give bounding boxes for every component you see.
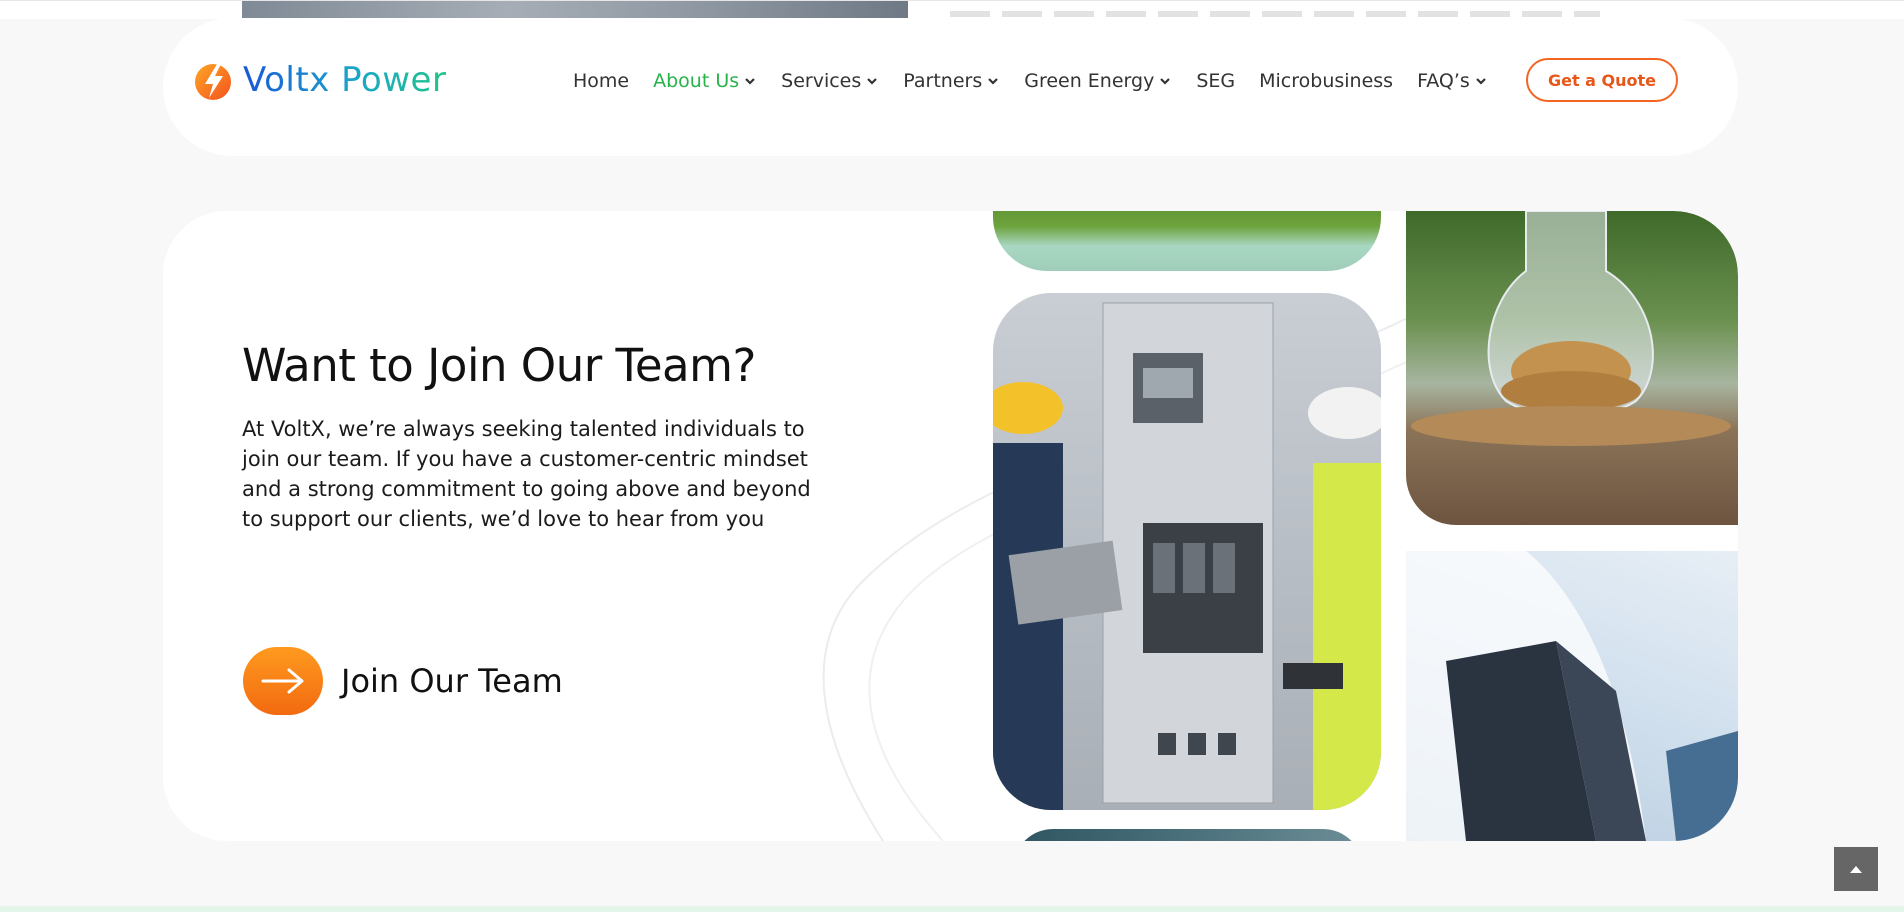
nav-item-about-us[interactable]: About Us — [653, 70, 757, 92]
scroll-to-top-button[interactable] — [1834, 847, 1878, 891]
scrolled-text-remnant — [950, 11, 1600, 17]
chevron-down-icon — [1476, 78, 1486, 85]
scrolled-content-strip — [0, 0, 1904, 19]
section-paragraph: At VoltX, we’re always seeking talented … — [242, 417, 811, 531]
nav-label: Green Energy — [1024, 70, 1155, 92]
nav-item-seg[interactable]: SEG — [1196, 70, 1235, 92]
get-a-quote-button[interactable]: Get a Quote — [1526, 58, 1678, 102]
logo-link[interactable]: Voltx Power — [191, 58, 446, 102]
chevron-up-icon — [1850, 866, 1862, 873]
chevron-down-icon — [745, 78, 755, 85]
nav-label: Services — [781, 70, 862, 92]
nav-item-microbusiness[interactable]: Microbusiness — [1259, 70, 1393, 92]
join-our-team-link[interactable]: Join Our Team — [243, 647, 563, 715]
footer-edge — [0, 906, 1904, 912]
grass-image — [993, 211, 1381, 271]
section-heading: Want to Join Our Team? — [242, 339, 756, 392]
glass-building-image — [1406, 551, 1738, 841]
nav-item-home[interactable]: Home — [573, 70, 629, 92]
navbar: Voltx Power Home About Us Services Partn… — [163, 18, 1738, 156]
nav-item-partners[interactable]: Partners — [903, 70, 1000, 92]
logo-text: Voltx Power — [243, 60, 447, 100]
scrolled-image-remnant — [242, 1, 908, 19]
logo-bolt-icon — [191, 58, 235, 102]
nav-item-faqs[interactable]: FAQ’s — [1417, 70, 1488, 92]
coins-jar-image — [1406, 211, 1738, 525]
nav-item-services[interactable]: Services — [781, 70, 879, 92]
main-menu: Home About Us Services Partners Green En… — [573, 70, 1512, 92]
join-team-section: Want to Join Our Team? At VoltX, we’re a… — [163, 211, 1738, 841]
nav-label: About Us — [653, 70, 740, 92]
arrow-right-icon — [243, 647, 323, 715]
nav-label: Partners — [903, 70, 983, 92]
nav-item-green-energy[interactable]: Green Energy — [1024, 70, 1172, 92]
chevron-down-icon — [988, 78, 998, 85]
engineers-switchboard-image — [993, 293, 1381, 810]
chevron-down-icon — [1160, 78, 1171, 85]
nav-label: SEG — [1196, 70, 1236, 92]
nav-label: Microbusiness — [1259, 70, 1394, 92]
nav-label: FAQ’s — [1417, 70, 1470, 92]
join-our-team-label: Join Our Team — [341, 662, 563, 700]
chevron-down-icon — [867, 78, 878, 85]
nav-label: Home — [573, 70, 630, 92]
teal-image — [1013, 829, 1363, 841]
